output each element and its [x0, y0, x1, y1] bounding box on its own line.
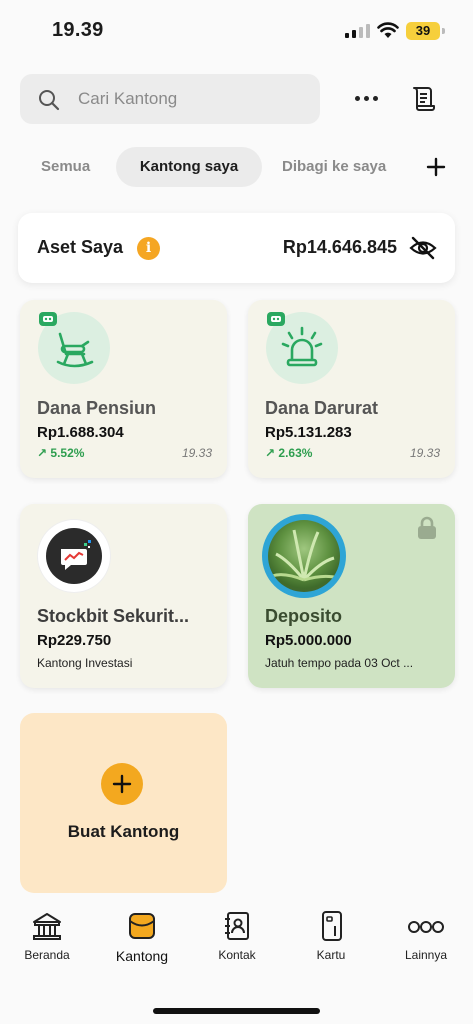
pocket-growth: ↗ 2.63% — [265, 446, 312, 460]
pocket-time: 19.33 — [409, 446, 440, 460]
pocket-balance: Rp5.131.283 — [265, 424, 352, 441]
add-icon[interactable] — [425, 156, 447, 178]
asset-title: Aset Saya — [37, 237, 124, 257]
tab-kantong-saya[interactable]: Kantong saya — [116, 147, 262, 187]
nav-label: Kontak — [218, 948, 256, 962]
stockbit-logo — [46, 528, 102, 584]
arrow-up-right-icon: ↗ — [265, 446, 279, 460]
plus-circle-icon — [101, 763, 143, 805]
bottom-nav: Beranda Kantong Kontak Kartu Lainnya — [0, 910, 473, 990]
robot-badge-icon — [39, 312, 57, 326]
wifi-icon — [377, 22, 399, 38]
robot-badge-icon — [267, 312, 285, 326]
pocket-avatar — [262, 514, 346, 598]
pocket-card-stockbit[interactable]: Stockbit Sekurit... Rp229.750 Kantong In… — [20, 504, 227, 688]
lock-icon — [418, 516, 436, 539]
pocket-time: 19.33 — [181, 446, 212, 460]
pocket-balance: Rp5.000.000 — [265, 632, 352, 649]
growth-value: 2.63% — [278, 446, 313, 460]
pocket-balance: Rp229.750 — [37, 632, 112, 649]
more-circles-icon — [408, 921, 444, 933]
pocket-name: Dana Darurat — [265, 398, 379, 418]
nav-label: Kartu — [316, 948, 346, 962]
pocket-subtitle: Jatuh tempo pada 03 Oct ... — [265, 656, 414, 670]
pocket-growth: ↗ 5.52% — [37, 446, 84, 460]
battery-icon: 39 — [406, 22, 440, 40]
asset-summary-card: Aset Saya i Rp14.646.845 — [18, 213, 455, 283]
nav-item-kartu[interactable]: Kartu — [291, 910, 371, 962]
nav-item-beranda[interactable]: Beranda — [7, 910, 87, 962]
search-input[interactable] — [78, 74, 308, 124]
status-bar: 19.39 39 — [0, 0, 473, 62]
pocket-card-deposito[interactable]: Deposito Rp5.000.000 Jatuh tempo pada 03… — [248, 504, 455, 688]
receipt-icon[interactable] — [410, 86, 436, 112]
info-icon[interactable]: i — [137, 237, 160, 260]
pocket-icon — [129, 913, 155, 939]
status-time: 19.39 — [52, 19, 104, 41]
home-indicator[interactable] — [153, 1008, 320, 1014]
eye-hidden-icon[interactable] — [409, 235, 437, 261]
contact-book-icon — [225, 912, 249, 940]
asset-value: Rp14.646.845 — [282, 237, 397, 257]
more-options-icon[interactable] — [350, 86, 384, 112]
pocket-avatar — [38, 520, 110, 592]
nav-label: Kantong — [115, 948, 169, 964]
pocket-name: Deposito — [265, 606, 343, 626]
growth-value: 5.52% — [50, 446, 85, 460]
tab-semua[interactable]: Semua — [41, 147, 90, 187]
nav-label: Lainnya — [404, 948, 448, 962]
create-pocket-label: Buat Kantong — [67, 822, 180, 841]
pocket-name: Dana Pensiun — [37, 398, 157, 418]
search-box[interactable] — [20, 74, 320, 124]
pocket-name: Stockbit Sekurit... — [37, 606, 190, 626]
pocket-balance: Rp1.688.304 — [37, 424, 124, 441]
search-icon — [39, 90, 60, 111]
card-icon — [322, 911, 342, 941]
nav-label: Beranda — [24, 948, 70, 962]
arrow-up-right-icon: ↗ — [37, 446, 51, 460]
tab-dibagi-ke-saya[interactable]: Dibagi ke saya — [282, 147, 386, 187]
cellular-signal-icon — [345, 24, 370, 38]
bank-icon — [33, 913, 61, 940]
nav-item-kantong[interactable]: Kantong — [102, 910, 182, 964]
pocket-subtitle: Kantong Investasi — [37, 656, 133, 670]
pocket-card-dana-darurat[interactable]: Dana Darurat Rp5.131.283 ↗ 2.63% 19.33 — [248, 300, 455, 478]
pocket-card-dana-pensiun[interactable]: Dana Pensiun Rp1.688.304 ↗ 5.52% 19.33 — [20, 300, 227, 478]
plant-photo — [268, 520, 340, 592]
nav-item-kontak[interactable]: Kontak — [197, 910, 277, 962]
nav-item-lainnya[interactable]: Lainnya — [386, 910, 466, 962]
create-pocket-button[interactable]: Buat Kantong — [20, 713, 227, 893]
battery-cap — [442, 28, 445, 34]
